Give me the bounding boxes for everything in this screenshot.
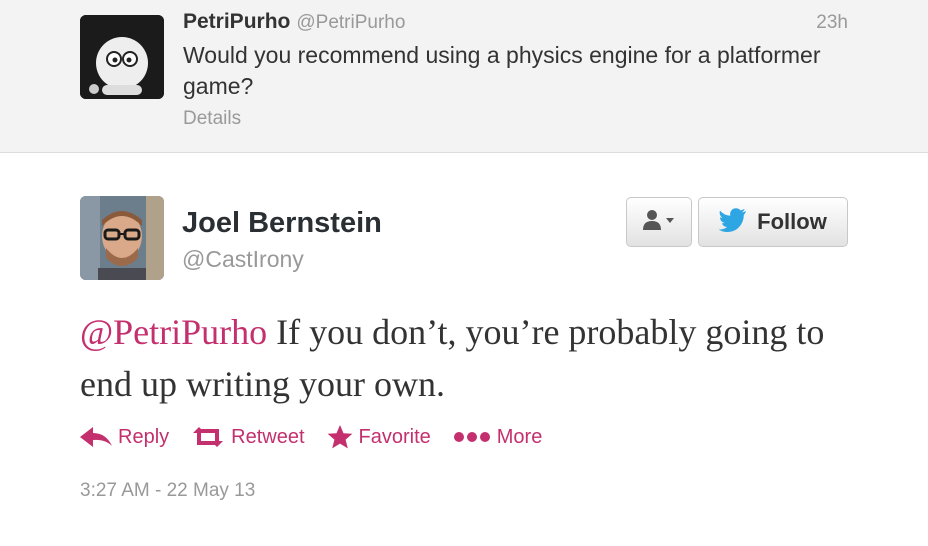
- star-icon: [327, 425, 352, 449]
- parent-timestamp[interactable]: 23h: [816, 12, 848, 34]
- tweet-actions: Reply Retweet Favorite More: [80, 420, 564, 454]
- parent-author-name[interactable]: PetriPurho: [183, 10, 290, 33]
- reply-label: Reply: [118, 425, 170, 448]
- user-actions-button[interactable]: [626, 197, 692, 247]
- favorite-label: Favorite: [358, 425, 431, 448]
- author-handle[interactable]: @CastIrony: [182, 246, 304, 273]
- tweet-page: PetriPurho @PetriPurho 23h Would you reco…: [0, 0, 928, 546]
- favorite-button[interactable]: Favorite: [327, 424, 431, 450]
- mention-link[interactable]: @PetriPurho: [80, 312, 267, 352]
- retweet-icon: [193, 427, 224, 447]
- reply-arrow-icon: [80, 427, 112, 447]
- retweet-label: Retweet: [231, 425, 305, 448]
- author-avatar[interactable]: [80, 196, 164, 280]
- user-dropdown-icon: [642, 209, 676, 236]
- retweet-button[interactable]: Retweet: [191, 425, 305, 449]
- details-link[interactable]: Details: [183, 108, 241, 130]
- parent-tweet-text: Would you recommend using a physics engi…: [183, 42, 821, 99]
- tweet-timestamp[interactable]: 3:27 AM - 22 May 13: [80, 480, 255, 502]
- more-label: More: [496, 425, 543, 448]
- author-name[interactable]: Joel Bernstein: [182, 207, 382, 240]
- parent-avatar[interactable]: [80, 15, 164, 99]
- tweet-text: @PetriPurho If you don’t, you’re probabl…: [80, 306, 880, 410]
- more-button[interactable]: More: [453, 425, 543, 449]
- twitter-bird-icon: [718, 207, 747, 237]
- more-dots-icon: [453, 432, 490, 442]
- parent-tweet[interactable]: PetriPurho @PetriPurho 23h Would you reco…: [0, 0, 928, 153]
- follow-button[interactable]: Follow: [698, 197, 848, 247]
- parent-author-handle[interactable]: @PetriPurho: [296, 12, 405, 33]
- reply-button[interactable]: Reply: [80, 426, 169, 449]
- parent-author[interactable]: PetriPurho @PetriPurho: [183, 10, 405, 34]
- follow-label: Follow: [757, 209, 827, 234]
